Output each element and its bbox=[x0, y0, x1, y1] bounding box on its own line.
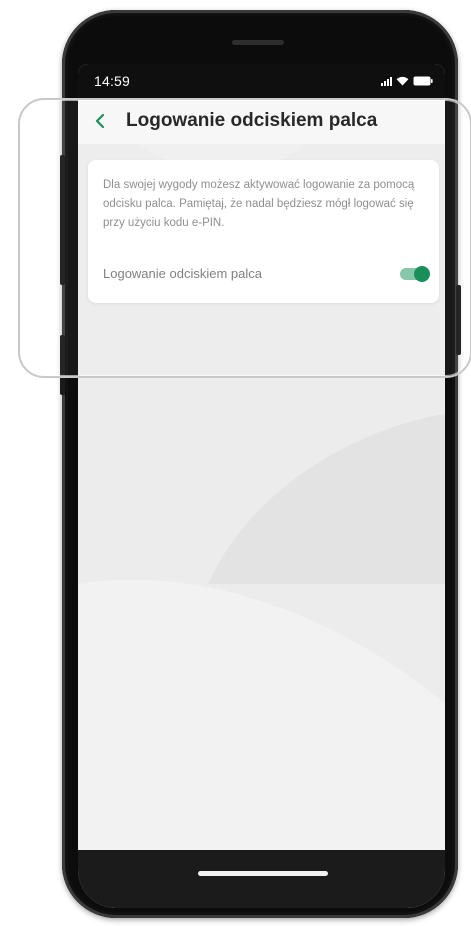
navigation-bar bbox=[78, 850, 445, 908]
highlight-frame bbox=[18, 98, 471, 378]
status-time: 14:59 bbox=[94, 73, 131, 89]
wifi-icon bbox=[396, 76, 409, 86]
status-bar: 14:59 bbox=[78, 64, 445, 98]
home-indicator[interactable] bbox=[198, 871, 328, 876]
battery-icon bbox=[413, 76, 433, 86]
speaker-grille bbox=[232, 40, 284, 45]
signal-icon bbox=[381, 76, 392, 86]
status-icons bbox=[381, 75, 433, 87]
